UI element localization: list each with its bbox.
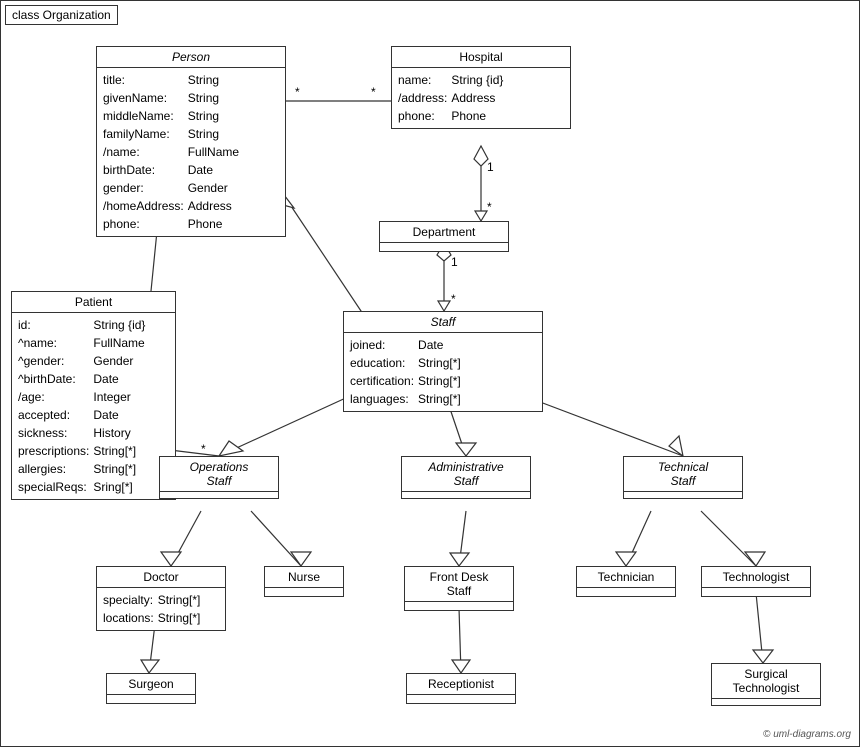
class-person-header: Person bbox=[97, 47, 285, 68]
class-receptionist: Receptionist bbox=[406, 673, 516, 704]
svg-text:*: * bbox=[295, 85, 300, 99]
class-staff: Staff joined:Date education:String[*] ce… bbox=[343, 311, 543, 412]
class-technical-staff: Technical Staff bbox=[623, 456, 743, 499]
copyright: © uml-diagrams.org bbox=[763, 729, 851, 740]
class-surgeon-body bbox=[107, 695, 195, 703]
svg-text:*: * bbox=[371, 85, 376, 99]
diagram-title: class Organization bbox=[5, 5, 118, 25]
class-surgeon-header: Surgeon bbox=[107, 674, 195, 695]
class-doctor-body: specialty:String[*] locations:String[*] bbox=[97, 588, 225, 630]
class-technologist-body bbox=[702, 588, 810, 596]
class-operations-staff-header: Operations Staff bbox=[160, 457, 278, 492]
class-nurse-header: Nurse bbox=[265, 567, 343, 588]
svg-text:1: 1 bbox=[451, 255, 458, 269]
class-technologist-header: Technologist bbox=[702, 567, 810, 588]
class-operations-staff-body bbox=[160, 492, 278, 498]
class-staff-body: joined:Date education:String[*] certific… bbox=[344, 333, 542, 411]
class-patient-header: Patient bbox=[12, 292, 175, 313]
class-front-desk-header: Front Desk Staff bbox=[405, 567, 513, 602]
class-person: Person title:String givenName:String mid… bbox=[96, 46, 286, 237]
class-department: Department bbox=[379, 221, 509, 252]
class-admin-staff: Administrative Staff bbox=[401, 456, 531, 499]
class-hospital: Hospital name:String {id} /address:Addre… bbox=[391, 46, 571, 129]
svg-text:*: * bbox=[451, 292, 456, 306]
class-nurse-body bbox=[265, 588, 343, 596]
class-hospital-header: Hospital bbox=[392, 47, 570, 68]
class-patient-body: id:String {id} ^name:FullName ^gender:Ge… bbox=[12, 313, 175, 499]
svg-text:*: * bbox=[201, 442, 206, 456]
class-staff-header: Staff bbox=[344, 312, 542, 333]
class-admin-staff-header: Administrative Staff bbox=[402, 457, 530, 492]
class-technical-staff-header: Technical Staff bbox=[624, 457, 742, 492]
class-person-body: title:String givenName:String middleName… bbox=[97, 68, 285, 236]
class-department-body bbox=[380, 243, 508, 251]
svg-text:1: 1 bbox=[487, 160, 494, 174]
class-nurse: Nurse bbox=[264, 566, 344, 597]
class-front-desk-body bbox=[405, 602, 513, 610]
class-surgeon: Surgeon bbox=[106, 673, 196, 704]
class-receptionist-body bbox=[407, 695, 515, 703]
class-hospital-body: name:String {id} /address:Address phone:… bbox=[392, 68, 570, 128]
class-operations-staff: Operations Staff bbox=[159, 456, 279, 499]
diagram-container: class Organization * * 1 * 1 * * * bbox=[0, 0, 860, 747]
class-technical-staff-body bbox=[624, 492, 742, 498]
class-surgical-technologist: Surgical Technologist bbox=[711, 663, 821, 706]
class-doctor: Doctor specialty:String[*] locations:Str… bbox=[96, 566, 226, 631]
class-technician: Technician bbox=[576, 566, 676, 597]
class-admin-staff-body bbox=[402, 492, 530, 498]
class-front-desk: Front Desk Staff bbox=[404, 566, 514, 611]
class-department-header: Department bbox=[380, 222, 508, 243]
class-technician-body bbox=[577, 588, 675, 596]
class-doctor-header: Doctor bbox=[97, 567, 225, 588]
class-receptionist-header: Receptionist bbox=[407, 674, 515, 695]
class-surgical-technologist-header: Surgical Technologist bbox=[712, 664, 820, 699]
class-technician-header: Technician bbox=[577, 567, 675, 588]
class-surgical-technologist-body bbox=[712, 699, 820, 705]
class-patient: Patient id:String {id} ^name:FullName ^g… bbox=[11, 291, 176, 500]
svg-text:*: * bbox=[487, 200, 492, 214]
class-technologist: Technologist bbox=[701, 566, 811, 597]
